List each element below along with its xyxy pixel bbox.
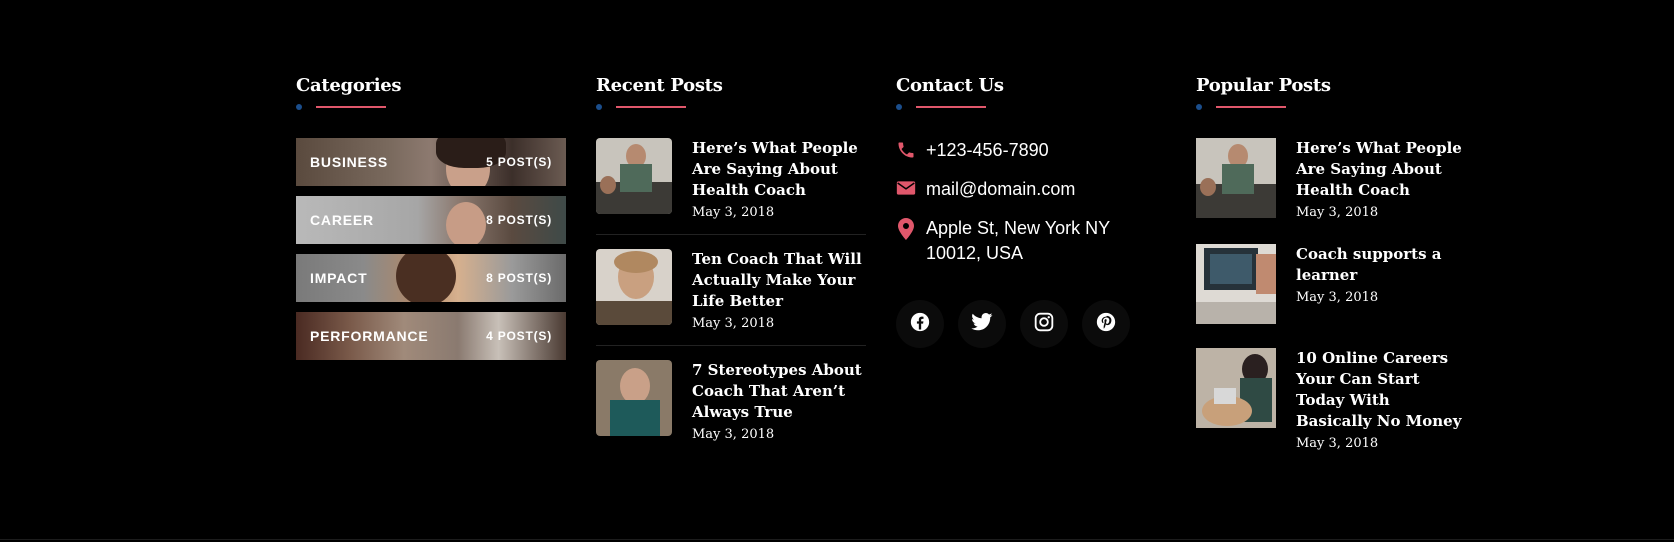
popular-posts-widget: Popular Posts Here’s What People Are Say… xyxy=(1196,74,1466,475)
phone-number[interactable]: +123-456-7890 xyxy=(926,138,1049,163)
facebook-link[interactable] xyxy=(896,300,944,348)
contact-address: Apple St, New York NY 10012, USA xyxy=(896,216,1166,266)
phone-icon xyxy=(896,138,916,163)
category-count: 8 POST(S) xyxy=(486,271,552,285)
address-text: Apple St, New York NY 10012, USA xyxy=(926,218,1110,263)
title-underline xyxy=(296,102,566,112)
post-date: May 3, 2018 xyxy=(1296,290,1379,305)
popular-post-list: Here’s What People Are Saying About Heal… xyxy=(1196,138,1466,451)
category-name: CAREER xyxy=(310,212,374,228)
email-address[interactable]: mail@domain.com xyxy=(926,177,1075,202)
envelope-icon xyxy=(896,177,916,202)
post-thumbnail[interactable] xyxy=(596,249,672,325)
title-underline xyxy=(896,102,1166,112)
categories-title: Categories xyxy=(296,75,402,96)
contact-title: Contact Us xyxy=(896,75,1004,96)
post-date: May 3, 2018 xyxy=(692,205,775,220)
footer-divider xyxy=(0,539,1674,540)
contact-widget: Contact Us +123-456-7890 mail@domain.com… xyxy=(896,74,1166,348)
pinterest-link[interactable] xyxy=(1082,300,1130,348)
category-item-performance[interactable]: PERFORMANCE 4 POST(S) xyxy=(296,312,566,360)
popular-post-item: Coach supports a learner May 3, 2018 xyxy=(1196,244,1466,324)
post-title-link[interactable]: 10 Online Careers Your Can Start Today W… xyxy=(1296,348,1466,432)
pinterest-icon xyxy=(1096,312,1116,337)
title-underline xyxy=(596,102,866,112)
post-title-link[interactable]: Here’s What People Are Saying About Heal… xyxy=(1296,138,1466,201)
post-date: May 3, 2018 xyxy=(692,427,775,442)
category-item-business[interactable]: BUSINESS 5 POST(S) xyxy=(296,138,566,186)
post-title-link[interactable]: Coach supports a learner xyxy=(1296,244,1466,286)
recent-post-item: Ten Coach That Will Actually Make Your L… xyxy=(596,249,866,346)
facebook-icon xyxy=(910,312,930,337)
post-thumbnail[interactable] xyxy=(1196,348,1276,428)
contact-email: mail@domain.com xyxy=(896,177,1166,202)
post-date: May 3, 2018 xyxy=(692,316,775,331)
post-date: May 3, 2018 xyxy=(1296,436,1379,451)
category-count: 8 POST(S) xyxy=(486,213,552,227)
popular-posts-title: Popular Posts xyxy=(1196,75,1331,96)
recent-posts-title: Recent Posts xyxy=(596,75,723,96)
category-count: 5 POST(S) xyxy=(486,155,552,169)
post-title-link[interactable]: Here’s What People Are Saying About Heal… xyxy=(692,138,866,201)
title-underline xyxy=(1196,102,1466,112)
popular-post-item: 10 Online Careers Your Can Start Today W… xyxy=(1196,348,1466,451)
post-thumbnail[interactable] xyxy=(596,360,672,436)
category-name: BUSINESS xyxy=(310,154,388,170)
site-footer: Categories BUSINESS 5 POST(S) CAREER 8 P… xyxy=(0,0,1674,542)
post-thumbnail[interactable] xyxy=(596,138,672,214)
categories-widget: Categories BUSINESS 5 POST(S) CAREER 8 P… xyxy=(296,74,566,370)
popular-post-item: Here’s What People Are Saying About Heal… xyxy=(1196,138,1466,220)
social-links xyxy=(896,300,1166,348)
post-date: May 3, 2018 xyxy=(1296,205,1379,220)
map-pin-icon xyxy=(896,216,916,266)
post-thumbnail[interactable] xyxy=(1196,244,1276,324)
twitter-link[interactable] xyxy=(958,300,1006,348)
recent-post-list: Here’s What People Are Saying About Heal… xyxy=(596,138,866,456)
contact-list: +123-456-7890 mail@domain.com Apple St, … xyxy=(896,138,1166,266)
post-thumbnail[interactable] xyxy=(1196,138,1276,218)
category-count: 4 POST(S) xyxy=(486,329,552,343)
recent-post-item: Here’s What People Are Saying About Heal… xyxy=(596,138,866,235)
recent-post-item: 7 Stereotypes About Coach That Aren’t Al… xyxy=(596,360,866,456)
post-title-link[interactable]: 7 Stereotypes About Coach That Aren’t Al… xyxy=(692,360,866,423)
category-name: PERFORMANCE xyxy=(310,328,429,344)
post-title-link[interactable]: Ten Coach That Will Actually Make Your L… xyxy=(692,249,866,312)
instagram-icon xyxy=(1034,312,1054,337)
category-name: IMPACT xyxy=(310,270,368,286)
twitter-icon xyxy=(971,312,993,336)
instagram-link[interactable] xyxy=(1020,300,1068,348)
category-item-career[interactable]: CAREER 8 POST(S) xyxy=(296,196,566,244)
category-item-impact[interactable]: IMPACT 8 POST(S) xyxy=(296,254,566,302)
recent-posts-widget: Recent Posts Here’s What People Are Sayi… xyxy=(596,74,866,470)
contact-phone: +123-456-7890 xyxy=(896,138,1166,163)
category-list: BUSINESS 5 POST(S) CAREER 8 POST(S) IMPA… xyxy=(296,138,566,360)
